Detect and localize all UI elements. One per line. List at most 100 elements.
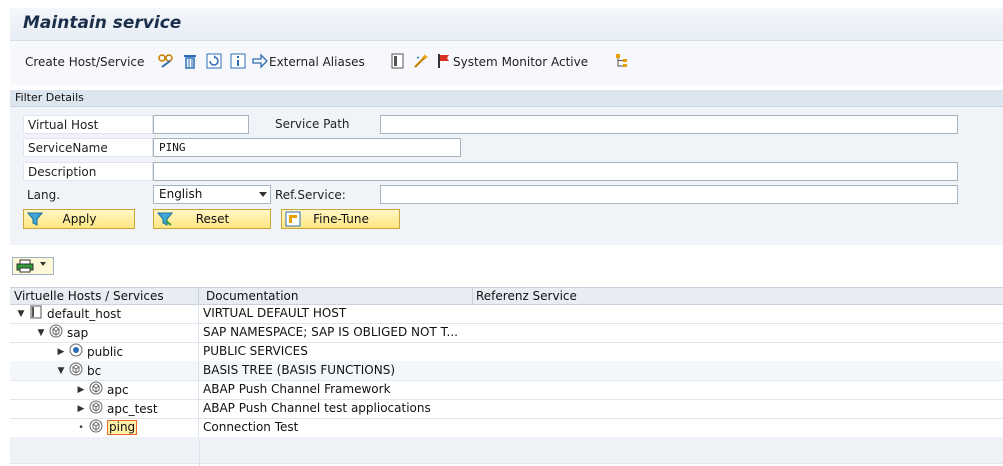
package-icon <box>86 400 103 417</box>
title-bar: Maintain service <box>10 8 1003 41</box>
table-row[interactable]: ▼ default_host VIRTUAL DEFAULT HOST <box>10 304 1003 324</box>
column-header-documentation[interactable]: Documentation <box>206 289 299 303</box>
table-row[interactable]: ▼ sap SAP NAMESPACE; SAP IS OBLIGED NOT T.… <box>10 323 1003 343</box>
referenz-service-cell <box>473 304 474 323</box>
referenz-service-cell <box>473 418 474 437</box>
flag-icon <box>438 54 449 68</box>
fine-tune-button-label: Fine-Tune <box>313 212 369 226</box>
expand-toggle-icon[interactable]: ▼ <box>56 366 66 376</box>
lang-label: Lang. <box>27 188 61 202</box>
tree-cell[interactable]: ▼ sap <box>10 323 199 342</box>
page-title: Maintain service <box>23 13 182 33</box>
documentation-cell: BASIS TREE (BASIS FUNCTIONS) <box>203 363 396 377</box>
refresh-icon[interactable] <box>206 53 222 69</box>
referenz-service-cell <box>473 399 474 418</box>
lang-select-value: English <box>159 187 203 201</box>
edit-glasses-icon[interactable] <box>158 53 174 69</box>
package-icon <box>86 419 103 436</box>
referenz-service-cell <box>473 361 474 380</box>
package-icon <box>46 324 63 341</box>
tree-cell[interactable]: ▶ apc <box>10 380 199 399</box>
chevron-down-icon <box>259 192 267 197</box>
empty-row <box>10 437 1003 464</box>
system-monitor-button[interactable]: System Monitor Active <box>453 55 588 69</box>
reset-button-label: Reset <box>195 212 230 226</box>
package-icon <box>66 362 83 379</box>
package-icon <box>86 381 103 398</box>
delete-icon[interactable] <box>182 53 198 69</box>
apply-button-label: Apply <box>62 212 97 226</box>
service-name-input[interactable]: PING <box>153 138 461 157</box>
filter-icon <box>27 212 43 226</box>
reset-filter-icon <box>157 212 173 226</box>
documentation-cell: Connection Test <box>203 420 299 434</box>
table-row[interactable]: ▶ apc_test ABAP Push Channel test applioca… <box>10 399 1003 419</box>
filter-details-panel: Filter Details Virtual Host Service Path… <box>10 90 1003 245</box>
tree-node-label[interactable]: apc <box>107 383 129 397</box>
virtual-host-input[interactable] <box>153 115 249 134</box>
document-icon[interactable] <box>390 53 406 69</box>
info-icon[interactable] <box>230 53 246 69</box>
tree-node-label[interactable]: bc <box>87 364 101 378</box>
ref-service-input[interactable] <box>380 185 958 204</box>
ref-service-label: Ref.Service: <box>275 188 346 202</box>
table-row[interactable]: ▼ bc BASIS TREE (BASIS FUNCTIONS) <box>10 361 1003 381</box>
description-input[interactable] <box>153 162 958 181</box>
referenz-service-cell <box>473 323 474 342</box>
grid-header: Virtuelle Hosts / Services Documentation… <box>10 287 1003 305</box>
tree-cell[interactable]: ▶ apc_test <box>10 399 199 418</box>
apply-button[interactable]: Apply <box>23 209 135 229</box>
external-aliases-button[interactable]: External Aliases <box>269 55 365 69</box>
service-path-label: Service Path <box>275 117 350 131</box>
column-header-hosts[interactable]: Virtuelle Hosts / Services <box>14 289 164 303</box>
fine-tune-button[interactable]: Fine-Tune <box>281 209 400 229</box>
grid-empty-area <box>199 440 200 466</box>
filter-details-header: Filter Details <box>10 90 1003 107</box>
arrow-right-icon <box>252 53 268 69</box>
tree-node-label[interactable]: apc_test <box>107 402 158 416</box>
column-header-referenz-service[interactable]: Referenz Service <box>476 289 577 303</box>
dropdown-arrow-icon <box>40 262 46 266</box>
services-tree-grid: Virtuelle Hosts / Services Documentation… <box>10 287 1003 466</box>
service-path-input[interactable] <box>380 115 958 134</box>
referenz-service-cell <box>473 342 474 361</box>
expand-toggle-icon[interactable]: ▼ <box>16 309 26 319</box>
description-label: Description <box>23 162 153 181</box>
table-row[interactable]: ▶ apc ABAP Push Channel Framework <box>10 380 1003 400</box>
print-button[interactable] <box>12 257 54 275</box>
tree-cell[interactable]: ▶ public <box>10 342 199 361</box>
expand-toggle-icon[interactable]: ▶ <box>76 404 86 414</box>
virtual-host-label: Virtual Host <box>23 115 153 134</box>
tree-node-label[interactable]: public <box>87 345 123 359</box>
create-host-service-button[interactable]: Create Host/Service <box>25 55 144 69</box>
table-row[interactable]: • ping Connection Test <box>10 418 1003 438</box>
reset-button[interactable]: Reset <box>153 209 271 229</box>
hierarchy-icon[interactable] <box>614 53 630 69</box>
application-toolbar: Create Host/Service External Aliases Sys… <box>10 41 1003 85</box>
tree-node-label[interactable]: ping <box>107 420 138 435</box>
documentation-cell: PUBLIC SERVICES <box>203 344 308 358</box>
expand-toggle-icon[interactable]: • <box>76 423 86 433</box>
documentation-cell: ABAP Push Channel Framework <box>203 382 391 396</box>
tree-cell[interactable]: • ping <box>10 418 199 437</box>
expand-toggle-icon[interactable]: ▶ <box>76 385 86 395</box>
documentation-cell: VIRTUAL DEFAULT HOST <box>203 306 347 320</box>
tree-node-label[interactable]: sap <box>67 326 88 340</box>
filter-details-title: Filter Details <box>15 91 84 104</box>
documentation-cell: SAP NAMESPACE; SAP IS OBLIGED NOT T... <box>203 325 458 339</box>
page-icon <box>26 305 43 322</box>
printer-icon <box>16 259 34 273</box>
radio-icon <box>66 343 83 360</box>
lang-select[interactable]: English <box>153 185 271 204</box>
magic-wand-icon[interactable] <box>413 53 429 69</box>
fine-tune-icon <box>285 211 301 227</box>
expand-toggle-icon[interactable]: ▶ <box>56 347 66 357</box>
tree-cell[interactable]: ▼ bc <box>10 361 199 380</box>
documentation-cell: ABAP Push Channel test appliocations <box>203 401 431 415</box>
expand-toggle-icon[interactable]: ▼ <box>36 328 46 338</box>
tree-node-label[interactable]: default_host <box>47 307 121 321</box>
table-row[interactable]: ▶ public PUBLIC SERVICES <box>10 342 1003 362</box>
tree-cell[interactable]: ▼ default_host <box>10 304 199 323</box>
referenz-service-cell <box>473 380 474 399</box>
service-name-label: ServiceName <box>23 138 153 157</box>
